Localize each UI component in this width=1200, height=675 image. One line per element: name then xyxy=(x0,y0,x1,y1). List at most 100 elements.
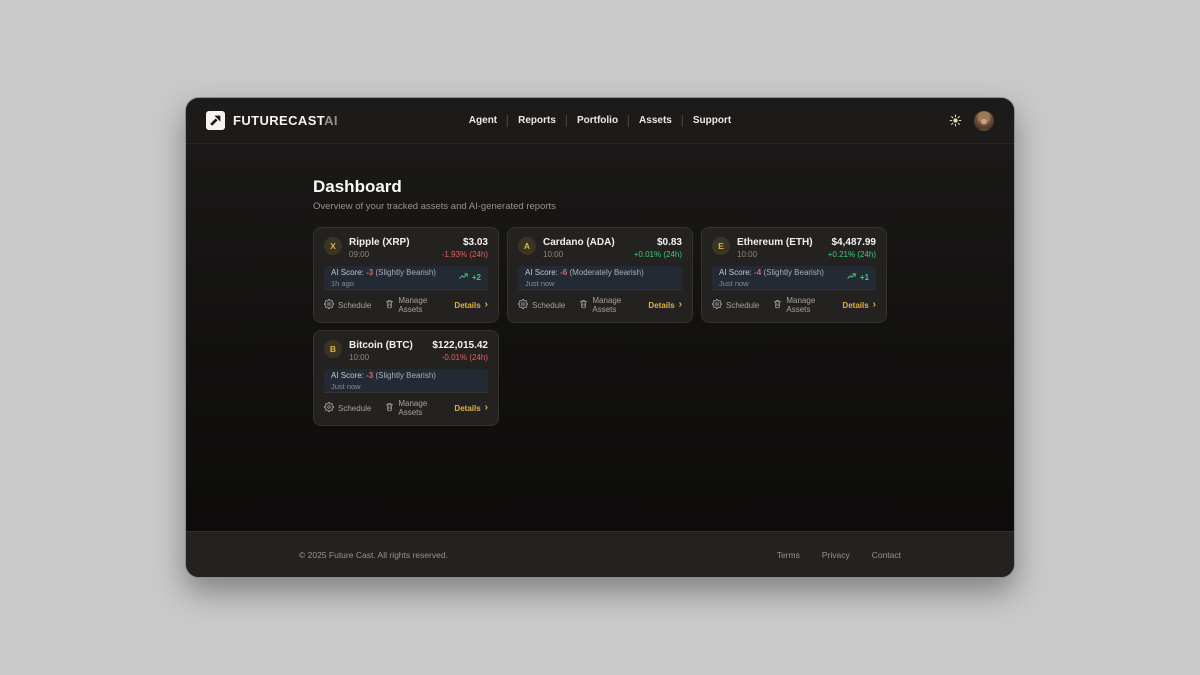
coin-price: $122,015.42 xyxy=(432,340,488,351)
score-trend-badge: +1 xyxy=(846,272,869,283)
coin-price: $0.83 xyxy=(634,237,682,248)
manage-assets-button[interactable]: Manage Assets xyxy=(385,399,440,417)
gear-icon xyxy=(518,299,528,311)
chevron-right-icon: › xyxy=(873,301,876,309)
coin-change-24h: +0.01% (24h) xyxy=(634,250,682,259)
copyright-text: © 2025 Future Cast. All rights reserved. xyxy=(299,550,448,560)
coin-time: 10:00 xyxy=(349,353,413,362)
details-button[interactable]: Details› xyxy=(842,301,876,310)
asset-card-a: A Cardano (ADA) 10:00 $0.83 +0.01% (24h) AI S… xyxy=(507,227,693,323)
ai-score-sentiment: (Slightly Bearish) xyxy=(375,268,435,277)
nav-item-support[interactable]: Support xyxy=(693,115,731,126)
nav-item-assets[interactable]: Assets xyxy=(639,115,672,126)
schedule-button[interactable]: Schedule xyxy=(324,299,371,311)
coin-change-24h: -0.01% (24h) xyxy=(432,353,488,362)
coin-time: 10:00 xyxy=(737,250,813,259)
nav-separator xyxy=(507,115,508,127)
trending-up-icon xyxy=(846,272,857,283)
card-header: EEthereum (ETH)10:00$4,487.99+0.21% (24h… xyxy=(712,237,876,259)
asset-card-b: BBitcoin (BTC)10:00$122,015.42-0.01% (24… xyxy=(313,330,499,426)
schedule-button[interactable]: Schedule xyxy=(712,299,759,311)
trend-value: +1 xyxy=(860,273,869,282)
nav-separator xyxy=(682,115,683,127)
nav-item-agent[interactable]: Agent xyxy=(469,115,497,126)
footer-link-contact[interactable]: Contact xyxy=(872,550,901,560)
main-content: Dashboard Overview of your tracked asset… xyxy=(186,144,1014,531)
ai-score-value: -4 xyxy=(754,268,761,277)
gear-icon xyxy=(324,402,334,414)
asset-card-grid: X Ripple (XRP) 09:00 $3.03 -1.93% (24h) AI Sc… xyxy=(313,227,887,426)
trash-icon xyxy=(579,299,588,311)
ai-score-sentiment: (Slightly Bearish) xyxy=(763,268,823,277)
score-updated: 1h ago xyxy=(331,279,436,288)
trash-icon xyxy=(385,402,394,414)
header-right xyxy=(949,111,994,131)
ai-score-panel: AI Score: -3 (Slightly Bearish)1h ago+2 xyxy=(324,266,488,289)
manage-assets-button[interactable]: Manage Assets xyxy=(579,296,634,314)
ai-score-sentiment: (Slightly Bearish) xyxy=(375,371,435,380)
score-trend-badge: +2 xyxy=(458,272,481,283)
ai-score-sentiment: (Moderately Bearish) xyxy=(569,268,643,277)
coin-name: Bitcoin (BTC) xyxy=(349,340,413,351)
ai-score-panel: AI Score: -3 (Slightly Bearish)Just now xyxy=(324,369,488,392)
coin-avatar: A xyxy=(518,237,536,255)
nav-separator xyxy=(628,115,629,127)
card-actions: Schedule Manage Assets Details› xyxy=(712,289,876,314)
ai-score-value: -3 xyxy=(366,371,373,380)
ai-score-panel: AI Score: -6 (Moderately Bearish)Just no… xyxy=(518,266,682,289)
ai-score-line: AI Score: -3 (Slightly Bearish) xyxy=(331,371,436,381)
asset-card-x: XRipple (XRP)09:00$3.03-1.93% (24h)AI Sc… xyxy=(313,227,499,323)
card-header: X Ripple (XRP) 09:00 $3.03 -1.93% (24h) xyxy=(324,237,488,259)
score-updated: Just now xyxy=(525,279,644,288)
footer-link-privacy[interactable]: Privacy xyxy=(822,550,850,560)
brand-logo-arrow-icon xyxy=(206,111,225,130)
manage-assets-button[interactable]: Manage Assets xyxy=(385,296,440,314)
coin-price: $3.03 xyxy=(442,237,488,248)
user-avatar[interactable] xyxy=(974,111,994,131)
nav-item-portfolio[interactable]: Portfolio xyxy=(577,115,618,126)
trash-icon xyxy=(773,299,782,311)
details-button[interactable]: Details› xyxy=(454,404,488,413)
coin-avatar: X xyxy=(324,237,342,255)
footer-link-terms[interactable]: Terms xyxy=(777,550,800,560)
score-updated: Just now xyxy=(331,382,436,391)
theme-toggle-sun-icon[interactable] xyxy=(949,114,962,127)
ai-score-panel: AI Score: -4 (Slightly Bearish)Just now+… xyxy=(712,266,876,289)
details-button[interactable]: Details› xyxy=(648,301,682,310)
app-footer: © 2025 Future Cast. All rights reserved.… xyxy=(186,531,1014,577)
ai-score-value: -6 xyxy=(560,268,567,277)
gear-icon xyxy=(712,299,722,311)
coin-avatar: E xyxy=(712,237,730,255)
asset-card-e: EEthereum (ETH)10:00$4,487.99+0.21% (24h… xyxy=(701,227,887,323)
app-window: FUTURECASTAI Agent Reports Portfolio Assets… xyxy=(185,97,1015,578)
chevron-right-icon: › xyxy=(679,301,682,309)
gear-icon xyxy=(324,299,334,311)
nav-separator xyxy=(566,115,567,127)
trend-value: +2 xyxy=(472,273,481,282)
chevron-right-icon: › xyxy=(485,301,488,309)
brand[interactable]: FUTURECASTAI xyxy=(206,111,338,130)
coin-change-24h: -1.93% (24h) xyxy=(442,250,488,259)
coin-price: $4,487.99 xyxy=(828,237,876,248)
coin-name: Cardano (ADA) xyxy=(543,237,615,248)
trash-icon xyxy=(385,299,394,311)
score-updated: Just now xyxy=(719,279,824,288)
schedule-button[interactable]: Schedule xyxy=(324,402,371,414)
details-button[interactable]: Details› xyxy=(454,301,488,310)
brand-name: FUTURECASTAI xyxy=(233,113,338,128)
card-actions: Schedule Manage Assets Details› xyxy=(518,289,682,314)
card-header: BBitcoin (BTC)10:00$122,015.42-0.01% (24… xyxy=(324,340,488,362)
schedule-button[interactable]: Schedule xyxy=(518,299,565,311)
ai-score-line: AI Score: -6 (Moderately Bearish) xyxy=(525,268,644,278)
page-title: Dashboard xyxy=(313,177,887,197)
coin-time: 10:00 xyxy=(543,250,615,259)
coin-time: 09:00 xyxy=(349,250,410,259)
nav-item-reports[interactable]: Reports xyxy=(518,115,556,126)
card-header: A Cardano (ADA) 10:00 $0.83 +0.01% (24h) xyxy=(518,237,682,259)
manage-assets-button[interactable]: Manage Assets xyxy=(773,296,828,314)
ai-score-value: -3 xyxy=(366,268,373,277)
card-actions: Schedule Manage Assets Details› xyxy=(324,289,488,314)
coin-name: Ripple (XRP) xyxy=(349,237,410,248)
footer-links: Terms Privacy Contact xyxy=(777,550,901,560)
main-nav: Agent Reports Portfolio Assets Support xyxy=(469,115,731,127)
